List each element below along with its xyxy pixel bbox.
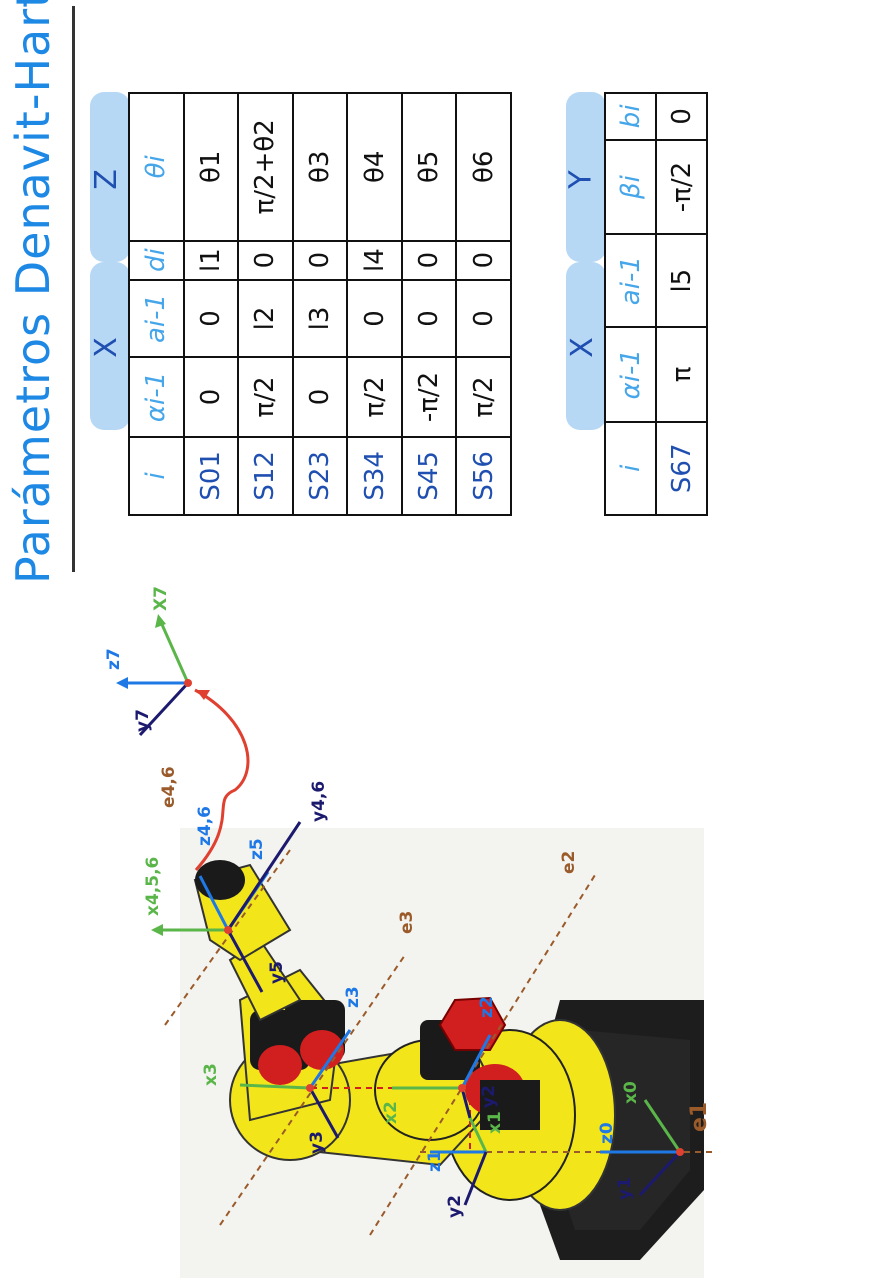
label-y5: y5 xyxy=(267,961,287,984)
label-e46: e4,6 xyxy=(159,766,179,808)
label-y2-lower: y2 xyxy=(445,1195,465,1218)
frame-7 xyxy=(116,614,192,737)
label-x0: x0 xyxy=(621,1081,641,1104)
label-y3: y3 xyxy=(307,1131,327,1154)
label-z5: z5 xyxy=(247,838,267,860)
label-e3: e3 xyxy=(397,911,417,934)
label-z7: z7 xyxy=(104,648,124,670)
label-x7: X7 xyxy=(151,586,171,611)
robot-diagram: X7 z7 y7 e4,6 z4,6 y4,6 z5 x4,5,6 e2 e3 … xyxy=(104,586,715,1278)
label-x1: x1 xyxy=(485,1111,505,1134)
label-y7: y7 xyxy=(133,709,153,732)
label-z0: z0 xyxy=(597,1122,617,1144)
label-e2: e2 xyxy=(559,851,579,874)
label-y1: y1 xyxy=(615,1177,635,1200)
label-z2: z2 xyxy=(477,996,497,1018)
label-y2: y2 xyxy=(479,1085,499,1108)
label-z1: z1 xyxy=(425,1150,445,1172)
label-x3: x3 xyxy=(201,1063,221,1086)
label-z3: z3 xyxy=(343,986,363,1008)
label-e1: e1 xyxy=(687,1102,712,1132)
label-x456: x4,5,6 xyxy=(143,857,163,916)
label-z46: z4,6 xyxy=(195,806,215,846)
label-x2: x2 xyxy=(381,1101,401,1124)
label-y46: y4,6 xyxy=(309,781,329,822)
page: Parámetros Denavit-Hartenberg. X Z i αi-1… xyxy=(0,0,884,1280)
